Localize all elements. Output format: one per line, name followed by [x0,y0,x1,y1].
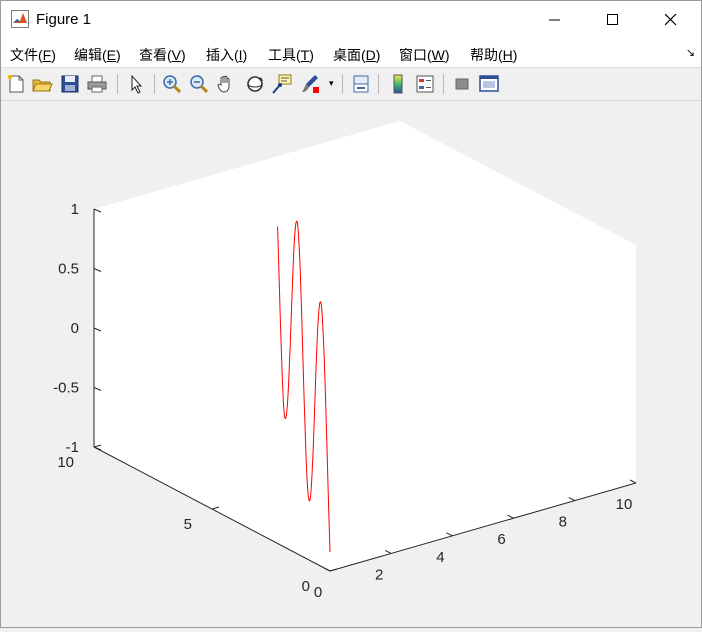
z-tick-label: 1 [71,201,79,218]
toolbar-separator [342,74,343,94]
figure-toolbar: ▾ [1,68,701,101]
dock-arrow-icon[interactable]: ↘ [686,46,695,59]
toolbar-separator [117,74,118,94]
z-tick-label: 0.5 [58,261,79,278]
minimize-icon [549,19,560,21]
rotate-3d-icon[interactable] [244,73,266,95]
toolbar-separator [154,74,155,94]
brush-dropdown-icon[interactable]: ▾ [329,78,334,89]
figure-canvas: 0 2 4 6 8 10 0 5 10 -1 -0.5 0 0.5 1 [1,101,701,627]
close-button[interactable] [642,1,700,39]
select-arrow-icon[interactable] [125,73,147,95]
legend-icon[interactable] [414,73,436,95]
menu-desktop[interactable]: 桌面(D) [333,45,380,65]
menu-edit[interactable]: 编辑(E) [74,45,121,65]
maximize-button[interactable] [584,1,642,39]
hide-plot-tools-icon[interactable] [451,73,473,95]
menu-bar: 文件(F) 编辑(E) 查看(V) 插入(I) 工具(T) 桌面(D) 窗口(W… [1,39,701,68]
x-tick-label: 6 [497,531,505,548]
menu-insert[interactable]: 插入(I) [206,45,247,65]
menu-window[interactable]: 窗口(W) [399,45,450,65]
zoom-out-icon[interactable] [188,73,210,95]
z-tick-label: -1 [66,439,79,456]
menu-file[interactable]: 文件(F) [10,45,56,65]
x-tick-label: 8 [559,514,567,531]
link-plot-icon[interactable] [350,73,372,95]
data-cursor-icon[interactable] [271,73,293,95]
brush-icon[interactable] [299,73,321,95]
minimize-button[interactable] [526,1,584,39]
new-figure-icon[interactable] [5,73,27,95]
colorbar-icon[interactable] [387,73,409,95]
z-tick-label: -0.5 [53,380,79,397]
axes-background [94,121,636,571]
x-tick-label: 0 [314,584,322,601]
y-tick-label: 0 [302,578,310,595]
pan-hand-icon[interactable] [215,73,237,95]
maximize-icon [607,14,618,25]
x-tick-label: 4 [436,549,444,566]
show-plot-tools-icon[interactable] [478,73,500,95]
z-tick-label: 0 [71,320,79,337]
window-title: Figure 1 [36,11,92,28]
menu-tools[interactable]: 工具(T) [268,45,314,65]
print-icon[interactable] [86,73,108,95]
axes-3d[interactable]: 02468100510-1-0.500.51 [1,101,701,627]
close-icon [665,14,677,26]
zoom-in-icon[interactable] [161,73,183,95]
toolbar-separator [443,74,444,94]
save-icon[interactable] [59,73,81,95]
title-bar: Figure 1 [1,1,701,39]
x-tick-label: 2 [375,566,383,583]
figure-window: Figure 1 文件(F) 编辑(E) 查看(V) 插入(I) 工具(T) 桌… [0,0,702,628]
x-tick-label: 10 [616,496,633,513]
menu-view[interactable]: 查看(V) [139,45,186,65]
menu-help[interactable]: 帮助(H) [470,45,517,65]
matlab-logo-icon [11,10,29,28]
toolbar-separator [378,74,379,94]
y-tick-label: 10 [57,454,74,471]
y-tick-label: 5 [184,516,192,533]
open-file-icon[interactable] [31,73,53,95]
